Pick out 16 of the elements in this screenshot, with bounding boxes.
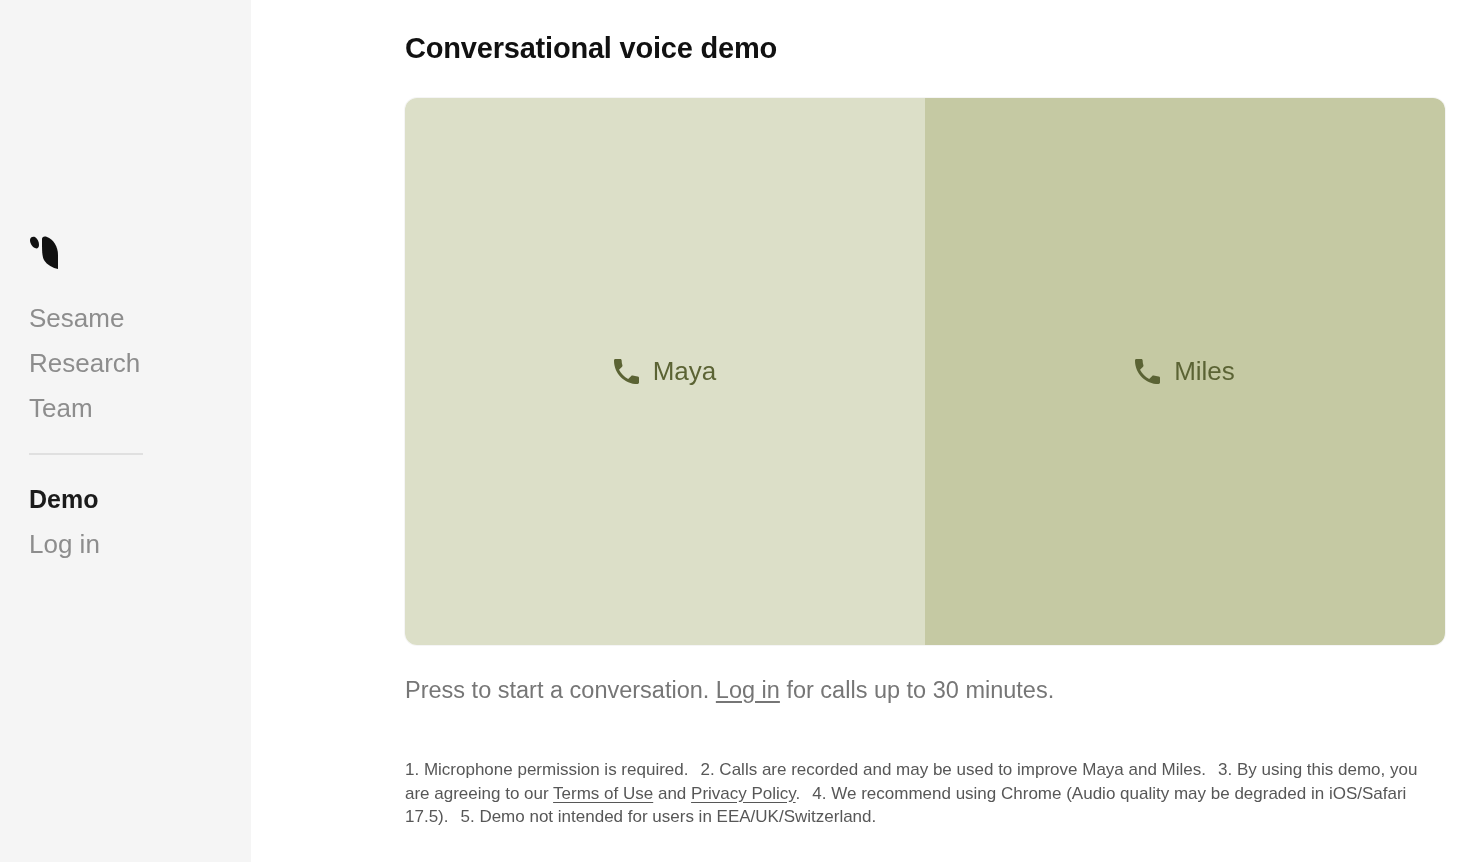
login-link[interactable]: Log in xyxy=(715,677,780,703)
footnote-text: 1. Microphone permission is required. 2. Calls are recorded and may be used to improve Maya and Miles. 3. By using this demo, you are agreeing to our Terms of Use and Privacy Policy. 4. We recommend using Chrome (Audio quality may be degraded in iOS/Safari 17.5). 5. Demo not intended for users in EEA/UK/Switzerland. xyxy=(405,759,1419,828)
phone-icon xyxy=(613,359,639,384)
nav-link[interactable]: Sesame xyxy=(29,296,125,341)
prompt-text: Press to start a conversation. Log in for calls up to 30 minutes. xyxy=(405,676,1056,705)
nav-link[interactable]: Log in xyxy=(29,522,100,567)
nav-link[interactable]: Research xyxy=(29,341,141,386)
policy-link[interactable]: Terms of Use xyxy=(553,783,654,803)
nav-link[interactable]: Team xyxy=(29,386,93,431)
phone-icon xyxy=(1135,359,1161,384)
voice-call-button[interactable]: Maya xyxy=(405,98,925,645)
logo-icon[interactable] xyxy=(29,236,59,269)
page-title: Conversational voice demo xyxy=(405,31,779,66)
nav-link[interactable]: Demo xyxy=(29,477,99,522)
voice-call-button[interactable]: Miles xyxy=(925,98,1445,645)
policy-link[interactable]: Privacy Policy xyxy=(691,783,796,803)
